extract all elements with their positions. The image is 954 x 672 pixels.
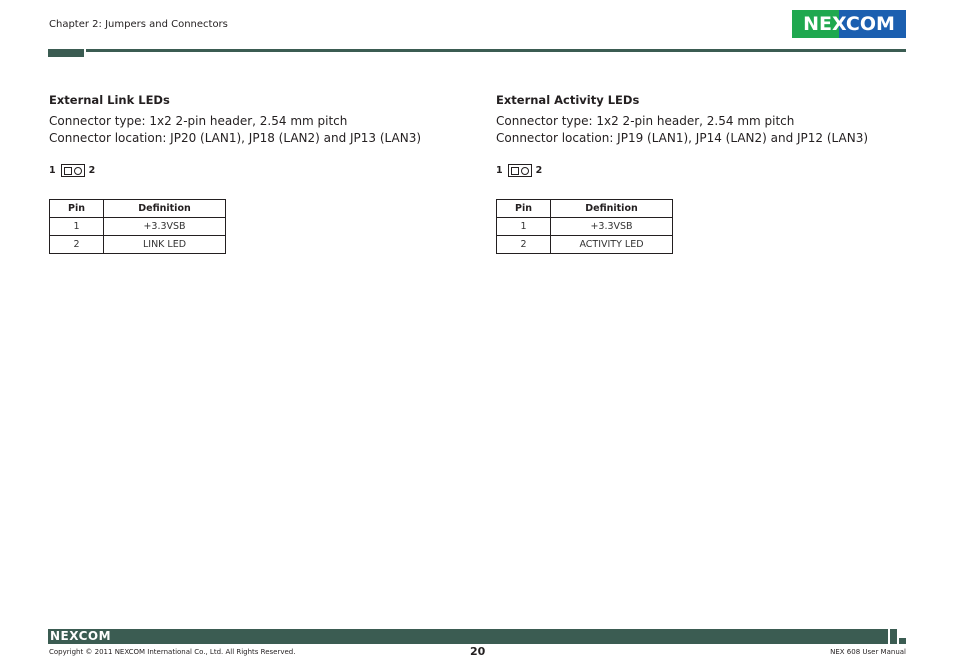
header-definition: Definition xyxy=(550,199,673,218)
square-pin-icon xyxy=(510,166,519,175)
section-title: External Link LEDs xyxy=(49,93,170,107)
pin-diagram: 1 2 xyxy=(496,164,542,177)
table-header-row: Pin Definition xyxy=(496,199,673,218)
pin-definition-table: Pin Definition 1 +3.3VSB 2 LINK LED xyxy=(49,199,226,254)
header-definition: Definition xyxy=(103,199,226,218)
cell-pin: 1 xyxy=(49,217,104,236)
header-connector-icon xyxy=(507,164,532,177)
cell-definition: +3.3VSB xyxy=(550,217,673,236)
table-row: 1 +3.3VSB xyxy=(496,217,673,236)
header-pin: Pin xyxy=(49,199,104,218)
header-divider xyxy=(86,49,906,52)
section-external-link-leds: External Link LEDs Connector type: 1x2 2… xyxy=(49,92,469,254)
header-accent-block xyxy=(48,49,84,57)
connector-location: Connector location: JP20 (LAN1), JP18 (L… xyxy=(49,131,422,145)
cell-pin: 2 xyxy=(49,235,104,254)
cell-definition: ACTIVITY LED xyxy=(550,235,673,254)
page-number: 20 xyxy=(470,645,486,658)
pin-label-1: 1 xyxy=(49,165,56,176)
footer-decoration xyxy=(899,638,906,644)
manual-name: NEX 608 User Manual xyxy=(830,648,906,656)
connector-type: Connector type: 1x2 2-pin header, 2.54 m… xyxy=(496,114,795,128)
footer-decoration xyxy=(890,638,897,644)
round-pin-icon xyxy=(520,166,529,175)
pin-label-1: 1 xyxy=(496,165,503,176)
pin-definition-table: Pin Definition 1 +3.3VSB 2 ACTIVITY LED xyxy=(496,199,673,254)
header-connector-icon xyxy=(60,164,85,177)
cell-pin: 2 xyxy=(496,235,551,254)
footer-logo: NEXCOM xyxy=(50,629,112,643)
table-row: 2 LINK LED xyxy=(49,235,226,254)
nexcom-logo: NEXCOM xyxy=(792,10,906,38)
connector-type: Connector type: 1x2 2-pin header, 2.54 m… xyxy=(49,114,348,128)
cell-definition: +3.3VSB xyxy=(103,217,226,236)
connector-location: Connector location: JP19 (LAN1), JP14 (L… xyxy=(496,131,869,145)
table-row: 2 ACTIVITY LED xyxy=(496,235,673,254)
header-pin: Pin xyxy=(496,199,551,218)
square-pin-icon xyxy=(63,166,72,175)
pin-diagram: 1 2 xyxy=(49,164,95,177)
table-header-row: Pin Definition xyxy=(49,199,226,218)
pin-label-2: 2 xyxy=(88,165,96,176)
copyright-text: Copyright © 2011 NEXCOM International Co… xyxy=(49,648,296,656)
cell-pin: 1 xyxy=(496,217,551,236)
round-pin-icon xyxy=(73,166,82,175)
cell-definition: LINK LED xyxy=(103,235,226,254)
section-title: External Activity LEDs xyxy=(496,93,640,107)
chapter-title: Chapter 2: Jumpers and Connectors xyxy=(49,19,228,30)
logo-text: NEXCOM xyxy=(803,13,895,35)
section-external-activity-leds: External Activity LEDs Connector type: 1… xyxy=(496,92,916,254)
table-row: 1 +3.3VSB xyxy=(49,217,226,236)
pin-label-2: 2 xyxy=(535,165,543,176)
footer-bar xyxy=(48,629,888,644)
